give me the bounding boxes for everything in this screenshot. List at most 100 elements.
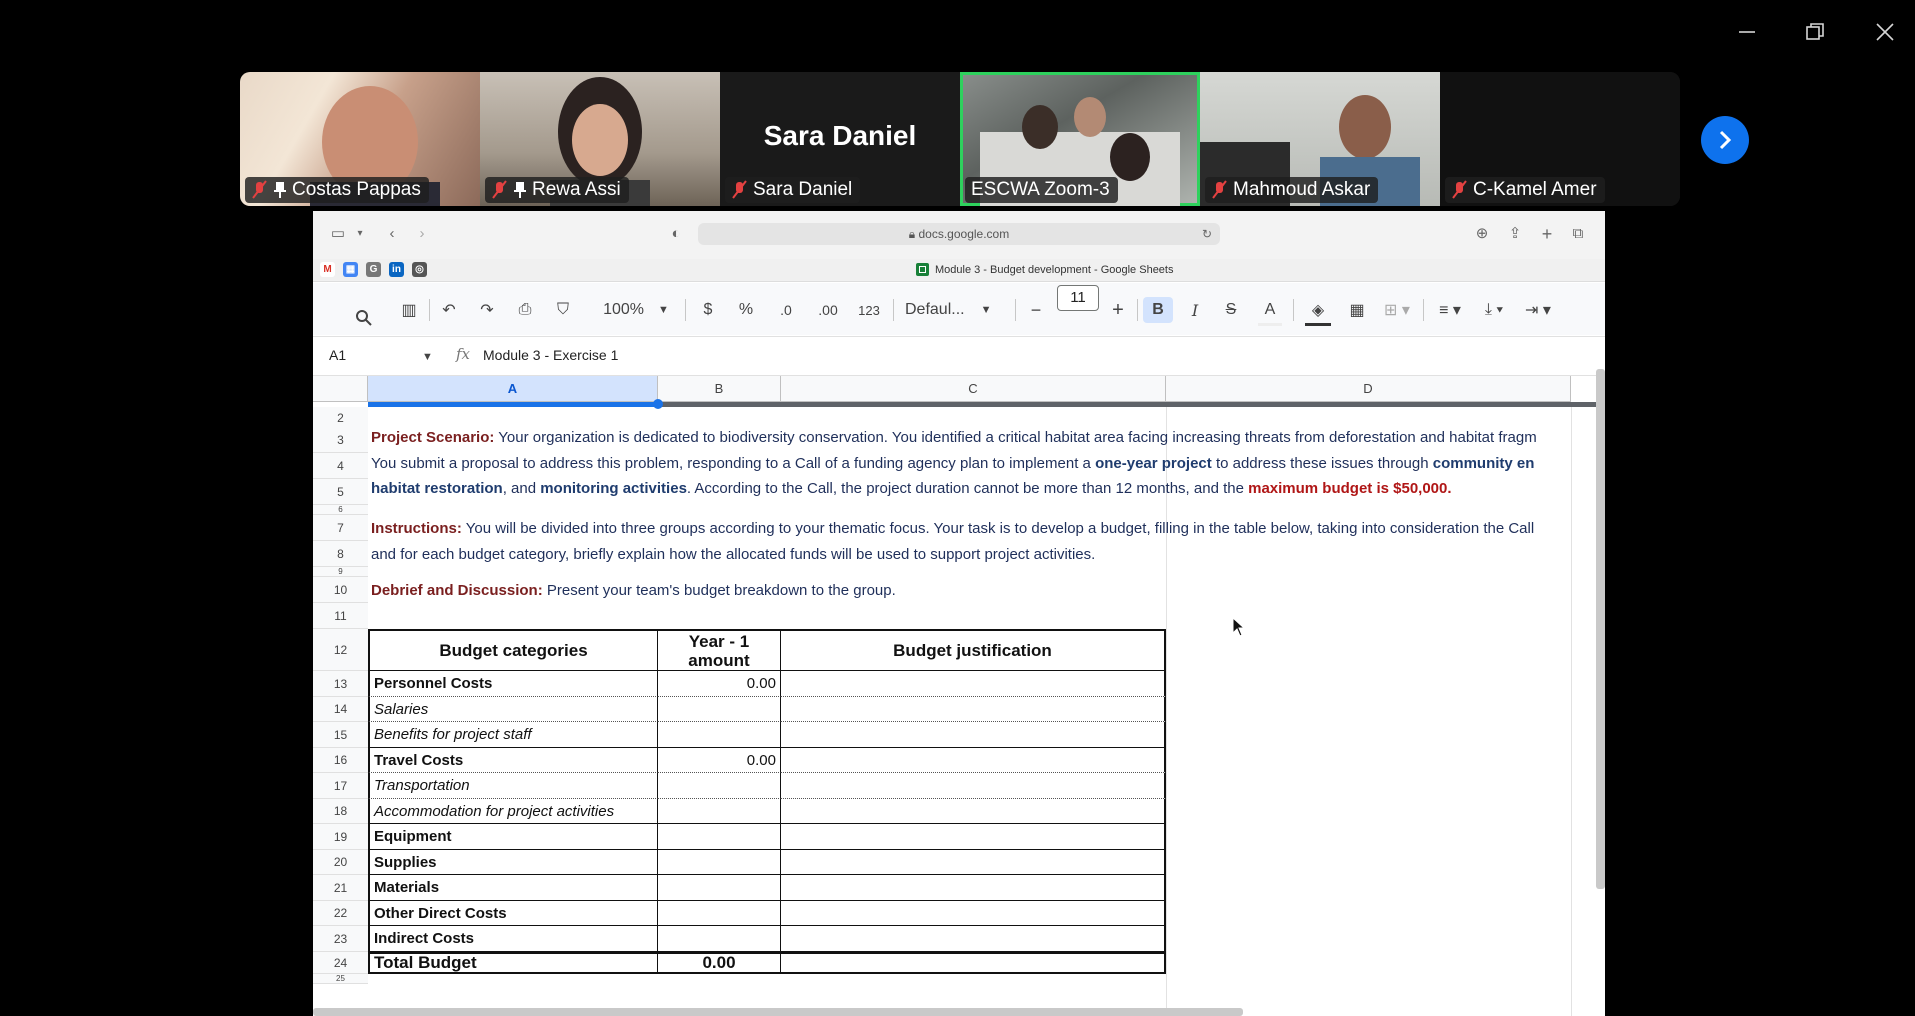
- increase-font-size-button[interactable]: +: [1107, 297, 1129, 323]
- more-formats-button[interactable]: 123: [854, 297, 884, 323]
- bold-button[interactable]: B: [1143, 297, 1173, 323]
- table-row-category[interactable]: Equipment: [368, 824, 658, 850]
- calendar-icon[interactable]: ▦: [343, 262, 358, 277]
- close-button[interactable]: [1865, 14, 1905, 50]
- row-header[interactable]: 23: [313, 926, 368, 952]
- restore-button[interactable]: [1795, 14, 1835, 50]
- participant-tile[interactable]: Sara Daniel Sara Daniel: [720, 72, 960, 206]
- table-row-justification[interactable]: [781, 748, 1166, 773]
- table-row-amount[interactable]: [658, 799, 781, 824]
- formula-input[interactable]: Module 3 - Exercise 1: [483, 347, 618, 363]
- row-header[interactable]: 4: [313, 453, 368, 479]
- row-header[interactable]: 3: [313, 427, 368, 453]
- google-icon[interactable]: G: [366, 262, 381, 277]
- redo-icon[interactable]: ↷: [475, 297, 499, 323]
- new-tab-icon[interactable]: +: [1538, 225, 1556, 243]
- table-row-justification[interactable]: [781, 799, 1166, 824]
- project-scenario-line-2[interactable]: You submit a proposal to address this pr…: [371, 455, 1534, 472]
- row-header[interactable]: 25: [313, 974, 368, 984]
- table-row-amount[interactable]: 0.00: [658, 748, 781, 773]
- table-row-amount[interactable]: [658, 824, 781, 850]
- table-row-category[interactable]: Materials: [368, 875, 658, 901]
- table-row-amount[interactable]: [658, 926, 781, 952]
- column-header-b[interactable]: B: [658, 376, 781, 402]
- merge-cells-icon[interactable]: ⊞ ▾: [1379, 297, 1415, 323]
- format-percent-button[interactable]: %: [735, 297, 757, 323]
- table-header-justification[interactable]: Budget justification: [781, 629, 1166, 671]
- row-header[interactable]: 21: [313, 875, 368, 901]
- table-row-justification[interactable]: [781, 722, 1166, 748]
- chevron-down-icon[interactable]: ▾: [351, 225, 369, 243]
- zoom-select[interactable]: 100% ▼: [596, 297, 676, 323]
- row-header[interactable]: 12: [313, 629, 368, 671]
- participant-tile[interactable]: Costas Pappas: [240, 72, 480, 206]
- project-scenario-line-1[interactable]: Project Scenario: Your organization is d…: [371, 429, 1537, 446]
- table-row-justification[interactable]: [781, 875, 1166, 901]
- download-icon[interactable]: ⊕: [1473, 225, 1491, 243]
- undo-icon[interactable]: ↶: [437, 297, 461, 323]
- table-row-category[interactable]: Salaries: [368, 697, 658, 722]
- table-row-justification[interactable]: [781, 697, 1166, 722]
- participant-tile[interactable]: Mahmoud Askar: [1200, 72, 1440, 206]
- table-row-category[interactable]: Indirect Costs: [368, 926, 658, 952]
- table-header-amount[interactable]: Year - 1 amount: [658, 629, 781, 671]
- table-row-category[interactable]: Supplies: [368, 850, 658, 875]
- font-size-input[interactable]: 11: [1057, 285, 1099, 311]
- table-row-justification[interactable]: [781, 671, 1166, 697]
- instructions-line-1[interactable]: Instructions: You will be divided into t…: [371, 520, 1534, 537]
- horizontal-scrollbar[interactable]: [313, 1008, 1243, 1016]
- table-row-category[interactable]: Travel Costs: [368, 748, 658, 773]
- participant-tile[interactable]: Rewa Assi: [480, 72, 720, 206]
- font-family-select[interactable]: Defaul... ▼: [905, 297, 1005, 323]
- strikethrough-button[interactable]: S: [1219, 297, 1243, 323]
- search-menus-icon[interactable]: [353, 305, 375, 331]
- row-header[interactable]: 7: [313, 515, 368, 541]
- row-header[interactable]: 18: [313, 799, 368, 824]
- borders-icon[interactable]: ▦: [1345, 297, 1369, 323]
- debrief-line[interactable]: Debrief and Discussion: Present your tea…: [371, 582, 896, 599]
- web-icon[interactable]: ◎: [412, 262, 427, 277]
- address-bar[interactable]: 🔒︎ docs.google.com: [698, 223, 1220, 245]
- paint-format-icon[interactable]: ⛉: [551, 297, 575, 323]
- table-row-justification[interactable]: [781, 926, 1166, 952]
- table-row-category[interactable]: Transportation: [368, 773, 658, 799]
- row-header[interactable]: 19: [313, 824, 368, 850]
- sidebar-toggle-icon[interactable]: ▭: [329, 225, 347, 243]
- table-row-justification[interactable]: [781, 901, 1166, 926]
- total-budget-label[interactable]: Total Budget: [368, 952, 658, 974]
- table-row-category[interactable]: Other Direct Costs: [368, 901, 658, 926]
- table-row-amount[interactable]: [658, 697, 781, 722]
- table-row-amount[interactable]: [658, 722, 781, 748]
- forward-icon[interactable]: ›: [413, 225, 431, 243]
- table-row-justification[interactable]: [781, 773, 1166, 799]
- row-header[interactable]: 10: [313, 577, 368, 603]
- minimize-button[interactable]: [1727, 14, 1767, 50]
- text-wrapping-icon[interactable]: ⇥ ▾: [1519, 297, 1557, 323]
- table-row-amount[interactable]: [658, 850, 781, 875]
- tab-overview-icon[interactable]: ⧉: [1569, 225, 1587, 243]
- row-header[interactable]: 16: [313, 748, 368, 773]
- row-header[interactable]: 24: [313, 952, 368, 974]
- table-row-amount[interactable]: [658, 875, 781, 901]
- column-header-c[interactable]: C: [781, 376, 1166, 402]
- participant-tile[interactable]: C-Kamel Amer: [1440, 72, 1680, 206]
- table-row-category[interactable]: Accommodation for project activities: [368, 799, 658, 824]
- table-header-category[interactable]: Budget categories: [368, 629, 658, 671]
- reload-icon[interactable]: ↻: [1198, 225, 1216, 243]
- row-header[interactable]: 8: [313, 541, 368, 567]
- back-icon[interactable]: ‹: [383, 225, 401, 243]
- row-header[interactable]: 17: [313, 773, 368, 799]
- table-row-justification[interactable]: [781, 850, 1166, 875]
- linkedin-icon[interactable]: in: [389, 262, 404, 277]
- next-page-button[interactable]: [1701, 116, 1749, 164]
- corner-header[interactable]: [313, 376, 368, 402]
- table-row-amount[interactable]: [658, 901, 781, 926]
- column-header-d[interactable]: D: [1166, 376, 1571, 402]
- row-header[interactable]: 20: [313, 850, 368, 875]
- row-header[interactable]: 9: [313, 567, 368, 577]
- freeze-handle[interactable]: [368, 402, 658, 407]
- format-currency-button[interactable]: $: [697, 297, 719, 323]
- vertical-scrollbar[interactable]: [1596, 369, 1605, 889]
- participant-tile-active[interactable]: ESCWA Zoom-3: [960, 72, 1200, 206]
- name-box[interactable]: A1 ▼: [329, 347, 433, 363]
